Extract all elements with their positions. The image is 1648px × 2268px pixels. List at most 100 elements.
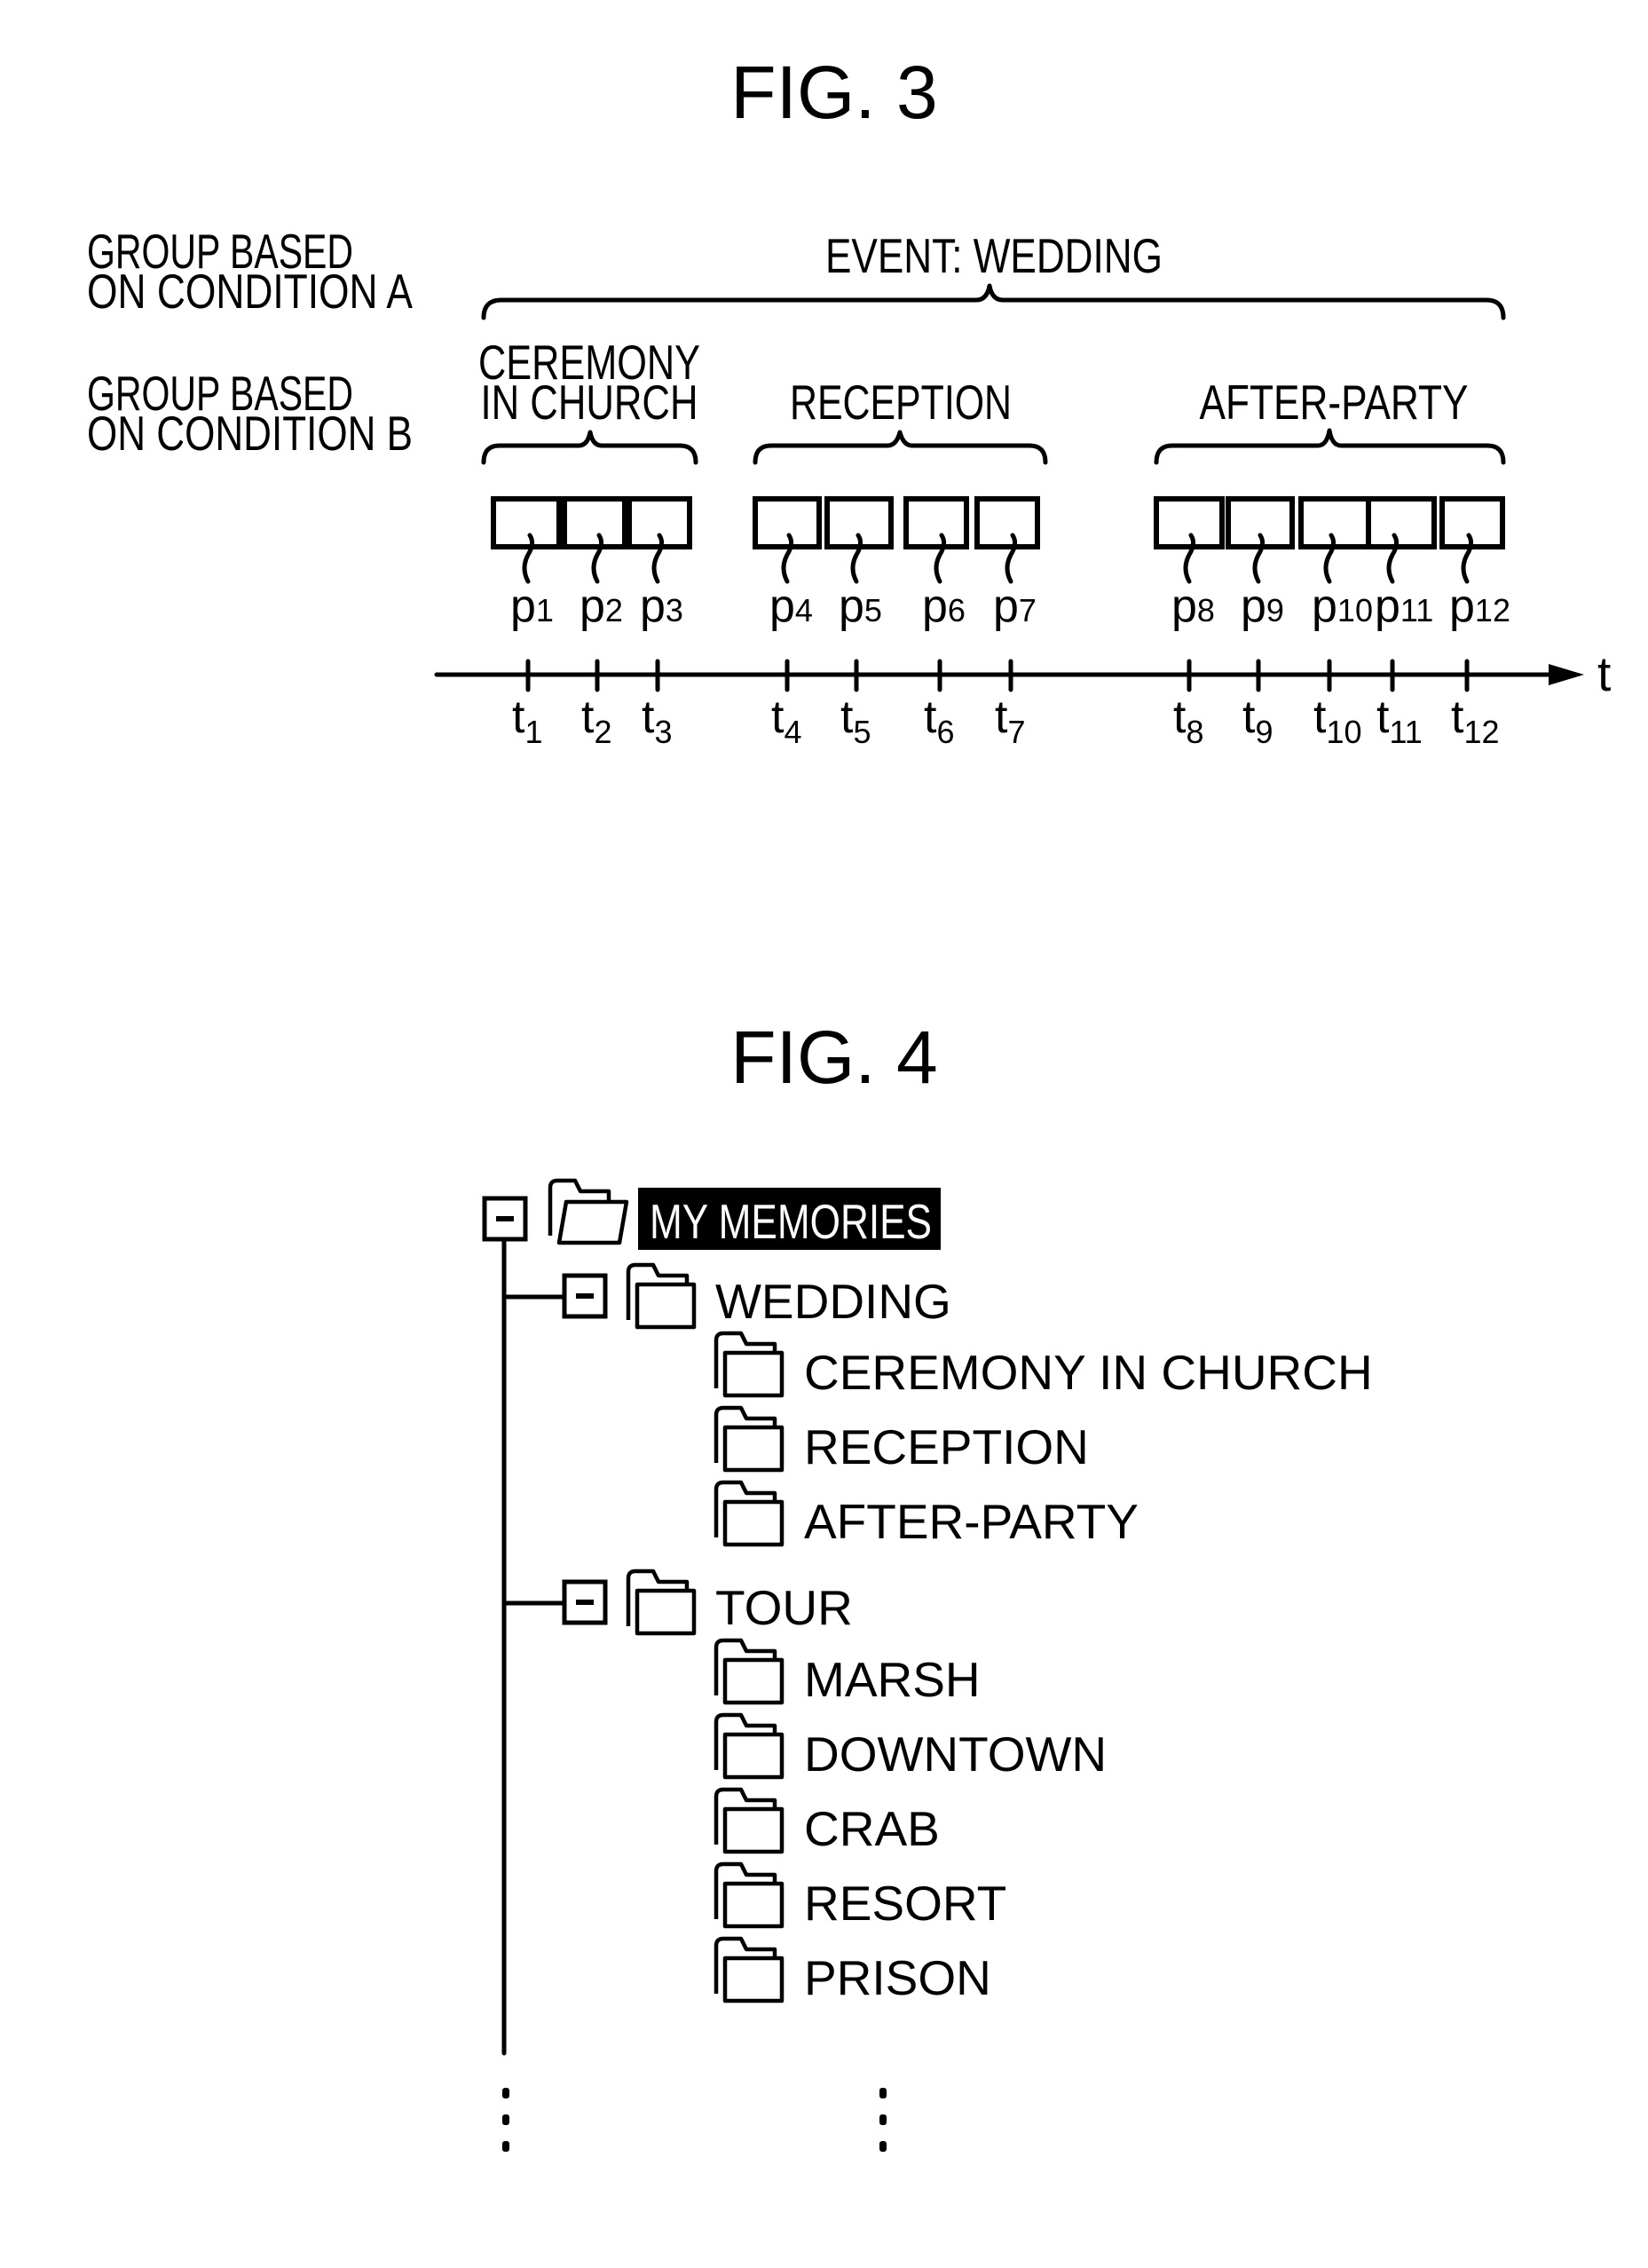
collapse-toggle[interactable] <box>562 1273 608 1319</box>
photo-label: p11 <box>1375 581 1433 632</box>
after-party-brace <box>1154 428 1506 465</box>
tree-leaf-item[interactable]: CEREMONY IN CHURCH <box>714 1331 1373 1400</box>
tree-leaf-item[interactable]: PRISON <box>714 1936 991 2005</box>
photo-thumbnail <box>1298 496 1373 549</box>
time-label: t11 <box>1376 691 1423 750</box>
photo-item: p12 <box>1439 496 1510 632</box>
condition-b-label-line2: ON CONDITION B <box>87 406 413 461</box>
group-reception-label: RECEPTION <box>790 375 1012 430</box>
folder-icon <box>714 1331 785 1398</box>
collapse-toggle[interactable] <box>482 1196 528 1242</box>
tree-leaf-item[interactable]: AFTER-PARTY <box>714 1480 1139 1549</box>
tree-leaf-label[interactable]: MARSH <box>804 1652 981 1707</box>
more-items-ellipsis-root <box>502 2088 509 2152</box>
more-items-ellipsis-child <box>879 2088 887 2152</box>
collapse-toggle[interactable] <box>562 1579 608 1625</box>
time-label: t1 <box>512 691 542 750</box>
folder-icon <box>714 1787 785 1854</box>
event-label: EVENT: WEDDING <box>825 228 1163 283</box>
folder-icon <box>626 1569 697 1636</box>
photo-thumbnail <box>903 496 969 549</box>
photo-label: p7 <box>993 581 1037 632</box>
tree-node-label[interactable]: MY MEMORIES <box>650 1194 932 1249</box>
tree-node-label[interactable]: WEDDING <box>715 1274 951 1329</box>
photo-thumbnail <box>1154 496 1225 549</box>
tree-leaf-label[interactable]: PRISON <box>804 1950 991 2005</box>
time-label: t7 <box>995 691 1025 750</box>
tree-leaf-label[interactable]: RECEPTION <box>804 1419 1089 1474</box>
photo-thumbnail <box>562 496 627 549</box>
time-label: t9 <box>1242 691 1273 750</box>
tree-leaf-item[interactable]: MARSH <box>714 1638 981 1707</box>
folder-icon <box>714 1405 785 1473</box>
photo-thumbnail <box>1366 496 1437 549</box>
tree-leaf-label[interactable]: AFTER-PARTY <box>804 1494 1139 1549</box>
photo-label: p6 <box>922 581 966 632</box>
time-label: t4 <box>771 691 801 750</box>
folder-open-icon <box>548 1178 629 1245</box>
photo-boxes: p1 p2 p3 p4 p5 p6 p7 p8 p9 p10 p11 p12 <box>491 496 1510 632</box>
tree-node-label[interactable]: TOUR <box>715 1580 853 1635</box>
photo-label: p2 <box>580 581 623 632</box>
photo-label: p5 <box>839 581 882 632</box>
time-label: t5 <box>840 691 871 750</box>
ceremony-brace <box>481 430 698 465</box>
photo-item: p1 <box>491 496 562 632</box>
time-label: t6 <box>924 691 954 750</box>
time-label: t10 <box>1313 691 1362 750</box>
group-ceremony-label-line2: IN CHURCH <box>481 375 698 430</box>
tree-node-wedding[interactable]: WEDDING CEREMONY IN CHURCH RECEPTION AFTER-… <box>501 1262 1373 1549</box>
tree-leaf-item[interactable]: RESORT <box>714 1861 1006 1931</box>
fig3-title: FIG. 3 <box>730 51 937 134</box>
fig3: FIG. 3 GROUP BASED ON CONDITION A GROUP … <box>87 51 1611 750</box>
photo-item: p5 <box>824 496 894 632</box>
photo-item: p9 <box>1226 496 1295 632</box>
photo-label: p8 <box>1171 581 1215 632</box>
fig4: FIG. 4 MY MEMORIES WEDDING CEREMONY IN CHU… <box>482 1015 1373 2152</box>
tree-leaf-label[interactable]: CRAB <box>804 1801 940 1856</box>
photo-thumbnail <box>491 496 562 549</box>
photo-label: p10 <box>1312 581 1373 632</box>
photo-item: p11 <box>1366 496 1437 632</box>
folder-icon <box>714 1712 785 1780</box>
fig4-title: FIG. 4 <box>730 1015 937 1099</box>
tree-leaf-item[interactable]: CRAB <box>714 1787 940 1856</box>
time-label: t3 <box>642 691 672 750</box>
tree-node-tour[interactable]: TOUR MARSH DOWNTOWN CRAB RESORT PRISON <box>501 1569 1107 2005</box>
patent-figures: FIG. 3 GROUP BASED ON CONDITION A GROUP … <box>87 51 1611 2152</box>
time-label: t8 <box>1173 691 1203 750</box>
time-axis-arrowhead <box>1549 664 1584 685</box>
photo-item: p2 <box>562 496 627 632</box>
reception-brace <box>753 430 1048 465</box>
folder-icon <box>714 1936 785 2003</box>
photo-label: p12 <box>1449 581 1510 632</box>
condition-a-label-line2: ON CONDITION A <box>87 264 413 319</box>
tree-leaf-item[interactable]: DOWNTOWN <box>714 1712 1107 1782</box>
tree-leaf-label[interactable]: DOWNTOWN <box>804 1727 1107 1782</box>
photo-item: p6 <box>903 496 969 632</box>
tree-leaf-label[interactable]: CEREMONY IN CHURCH <box>804 1345 1373 1400</box>
photo-label: p1 <box>510 581 554 632</box>
folder-icon <box>626 1262 697 1330</box>
photo-item: p3 <box>627 496 692 632</box>
time-label: t12 <box>1451 691 1500 750</box>
photo-item: p4 <box>753 496 822 632</box>
photo-label: p3 <box>640 581 683 632</box>
photo-thumbnail <box>753 496 822 549</box>
photo-thumbnail <box>974 496 1040 549</box>
photo-item: p7 <box>974 496 1040 632</box>
photo-item: p8 <box>1154 496 1225 632</box>
group-after-party-label: AFTER-PARTY <box>1200 375 1469 430</box>
folder-icon <box>714 1638 785 1705</box>
folder-icon <box>714 1861 785 1929</box>
folder-tree: MY MEMORIES WEDDING CEREMONY IN CHURCH RECE… <box>482 1178 1373 2152</box>
time-axis-label: t <box>1597 646 1611 701</box>
tree-leaf-item[interactable]: RECEPTION <box>714 1405 1089 1474</box>
tree-leaf-label[interactable]: RESORT <box>804 1876 1006 1931</box>
photo-label: p9 <box>1241 581 1284 632</box>
time-axis: t t1 t2 t3 t4 t5 t6 t7 t8 t9 t10 t11 t12 <box>434 646 1611 750</box>
time-label: t2 <box>581 691 611 750</box>
photo-label: p4 <box>769 581 813 632</box>
tree-node-my-memories[interactable]: MY MEMORIES <box>482 1178 941 1250</box>
folder-icon <box>714 1480 785 1547</box>
